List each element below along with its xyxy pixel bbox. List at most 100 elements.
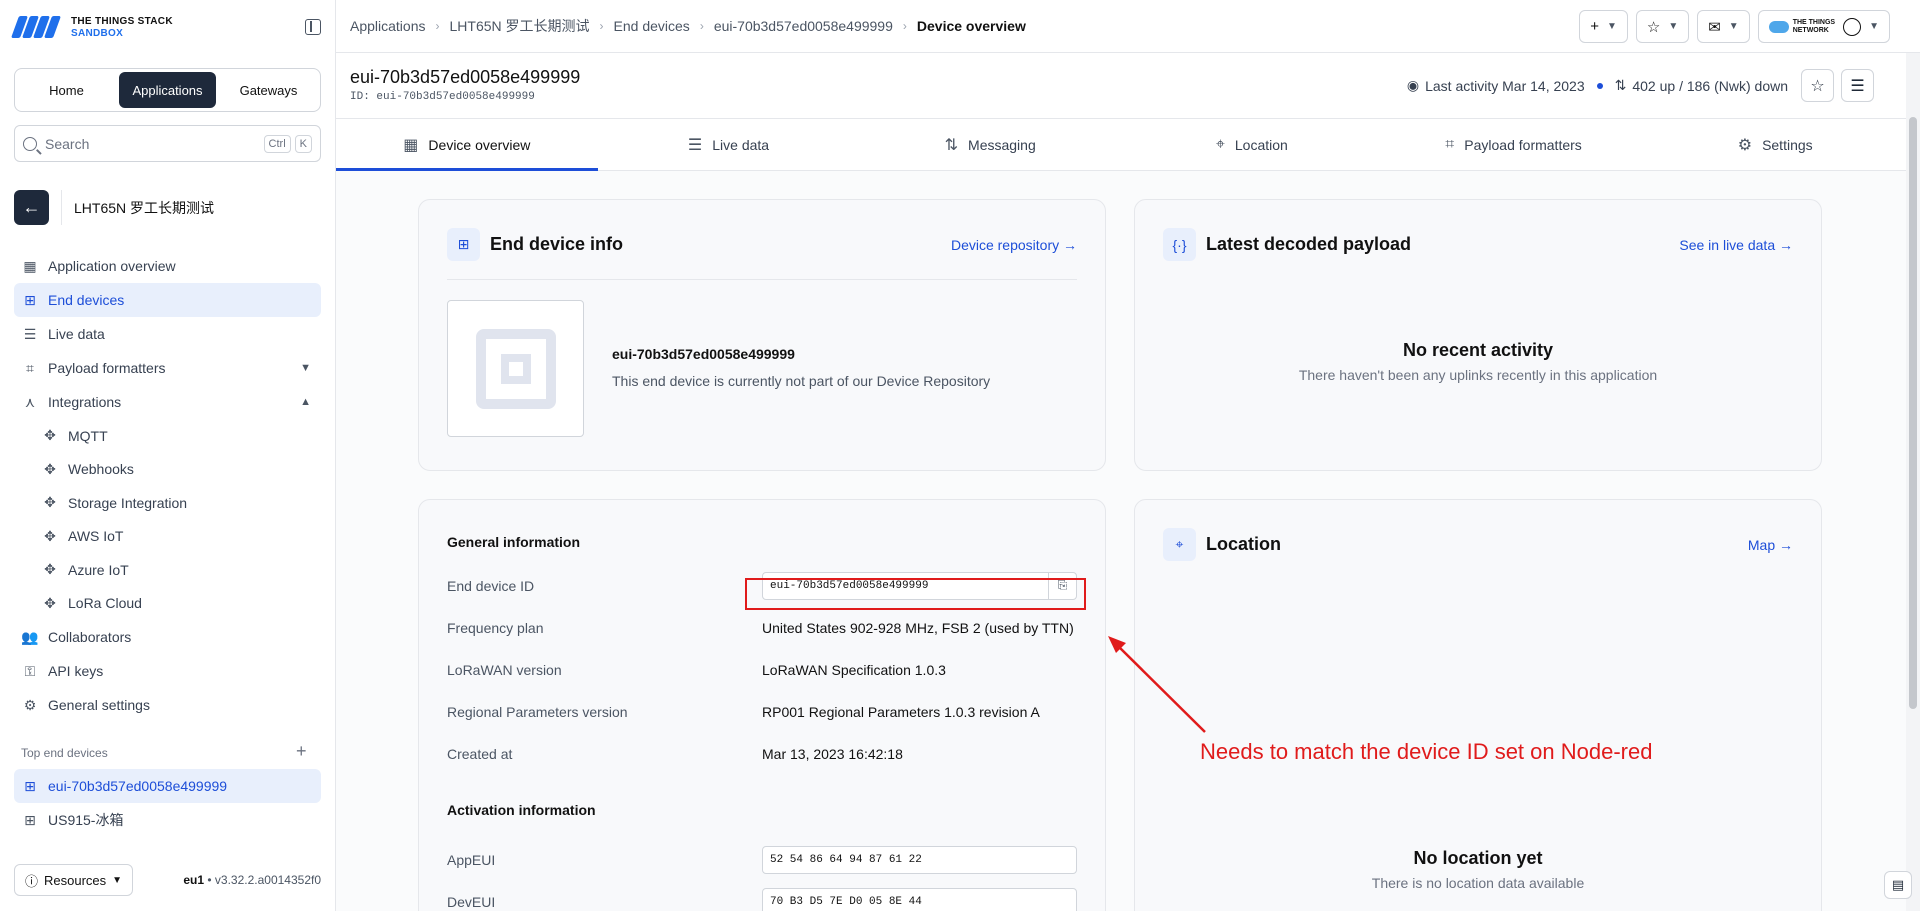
- device-title: eui-70b3d57ed0058e499999: [350, 67, 581, 87]
- tab-payload-formatters[interactable]: ⌗ Payload formatters: [1383, 119, 1645, 170]
- ttn-logo-icon: [10, 16, 63, 40]
- sidebar-item-label: LoRa Cloud: [68, 595, 142, 612]
- deveui-field[interactable]: 70 B3 D5 7E D0 05 8E 44: [762, 888, 1077, 911]
- version-string: • v3.32.2.a0014352f0: [204, 873, 321, 887]
- switcher-gateways[interactable]: Gateways: [220, 72, 317, 108]
- feedback-button[interactable]: ▤: [1884, 871, 1912, 899]
- sidebar-item-lora-cloud[interactable]: ✥ LoRa Cloud: [14, 587, 321, 621]
- puzzle-icon: ✥: [44, 427, 56, 444]
- sidebar-item-end-devices[interactable]: ⊞ End devices: [14, 283, 321, 317]
- breadcrumb-application[interactable]: LHT65N 罗工长期测试: [450, 16, 590, 36]
- breadcrumb: Applications › LHT65N 罗工长期测试 › End devices…: [350, 16, 1026, 36]
- sidebar-item-aws-iot[interactable]: ✥ AWS IoT: [14, 520, 321, 554]
- application-name: LHT65N 罗工长期测试: [74, 199, 215, 216]
- general-information-card: General information End device ID eui-70…: [418, 499, 1106, 911]
- sidebar-item-collaborators[interactable]: 👥 Collaborators: [14, 620, 321, 654]
- tab-label: Location: [1234, 136, 1288, 153]
- switcher-applications[interactable]: Applications: [119, 72, 216, 108]
- top-devices-list: ⊞ eui-70b3d57ed0058e499999 ⊞ US915-冰箱: [14, 769, 321, 837]
- menu-button[interactable]: ☰: [1841, 69, 1874, 102]
- sidebar-item-mqtt[interactable]: ✥ MQTT: [14, 419, 321, 453]
- info-value: United States 902-928 MHz, FSB 2 (used b…: [762, 620, 1074, 636]
- add-button[interactable]: + ▼: [1579, 10, 1628, 43]
- info-label: Regional Parameters version: [447, 704, 628, 720]
- back-button[interactable]: ←: [14, 190, 49, 225]
- appeui-field[interactable]: 52 54 86 64 94 87 61 22: [762, 846, 1077, 874]
- latest-payload-card: {·} Latest decoded payload See in live d…: [1134, 199, 1822, 471]
- breadcrumb-applications[interactable]: Applications: [350, 18, 426, 34]
- sidebar-item-api-keys[interactable]: ⚿ API keys: [14, 654, 321, 688]
- breadcrumb-end-devices[interactable]: End devices: [614, 18, 690, 34]
- tab-location[interactable]: ⌖ Location: [1121, 119, 1383, 170]
- chevron-right-icon: ›: [902, 19, 907, 33]
- sidebar-item-storage-integration[interactable]: ✥ Storage Integration: [14, 486, 321, 520]
- empty-title: No location yet: [1413, 848, 1543, 868]
- empty-text: There haven't been any uplinks recently …: [1298, 367, 1658, 383]
- chevron-right-icon: ›: [435, 19, 440, 33]
- list-icon: ☰: [23, 325, 37, 342]
- sidebar-item-payload-formatters[interactable]: ⌗ Payload formatters ▼: [14, 351, 321, 385]
- search-input[interactable]: Search Ctrl K: [14, 125, 321, 162]
- tab-settings[interactable]: ⚙ Settings: [1644, 119, 1906, 170]
- chevron-down-icon: ▼: [112, 874, 123, 886]
- device-repository-link[interactable]: Device repository →: [951, 237, 1077, 253]
- sidebar-item-label: Integrations: [48, 394, 122, 410]
- brand-logo[interactable]: THE THINGS STACK SANDBOX: [10, 16, 173, 40]
- sidebar-item-webhooks[interactable]: ✥ Webhooks: [14, 453, 321, 487]
- top-device-label: eui-70b3d57ed0058e499999: [48, 778, 228, 794]
- breadcrumb-device[interactable]: eui-70b3d57ed0058e499999: [714, 18, 893, 34]
- sidebar-item-live-data[interactable]: ☰ Live data: [14, 317, 321, 351]
- scrollbar-thumb[interactable]: [1909, 117, 1917, 709]
- shortcut-key-k: K: [294, 134, 312, 153]
- gear-icon: ⚙: [1737, 136, 1753, 154]
- chevron-right-icon: ›: [699, 19, 704, 33]
- sidebar: THE THINGS STACK SANDBOX Home Applicatio…: [0, 0, 336, 911]
- chevron-right-icon: ›: [599, 19, 604, 33]
- map-link[interactable]: Map →: [1748, 537, 1793, 553]
- tab-live-data[interactable]: ☰ Live data: [598, 119, 860, 170]
- collapse-sidebar-icon[interactable]: [305, 19, 321, 35]
- chip-icon: ⊞: [24, 777, 36, 794]
- scrollbar[interactable]: [1906, 53, 1920, 911]
- signal-icon: ◉: [1406, 77, 1420, 93]
- sidebar-item-label: Payload formatters: [48, 360, 166, 376]
- sidebar-item-label: Azure IoT: [68, 561, 129, 578]
- info-row-appeui: AppEUI 52 54 86 64 94 87 61 22: [447, 846, 1077, 874]
- sidebar-item-application-overview[interactable]: ▦ Application overview: [14, 249, 321, 283]
- star-icon: ☆: [1646, 18, 1661, 36]
- sidebar-item-azure-iot[interactable]: ✥ Azure IoT: [14, 553, 321, 587]
- sidebar-item-general-settings[interactable]: ⚙ General settings: [14, 688, 321, 722]
- grid-icon: ▦: [23, 257, 37, 274]
- tab-device-overview[interactable]: ▦ Device overview: [336, 119, 598, 171]
- empty-text: There is no location data available: [1371, 875, 1585, 891]
- cloud-icon: [1768, 20, 1789, 33]
- info-row-deveui: DevEUI 70 B3 D5 7E D0 05 8E 44: [447, 888, 1077, 911]
- version-info: eu1 • v3.32.2.a0014352f0: [183, 873, 321, 887]
- sidebar-item-label: API keys: [48, 663, 104, 679]
- sidebar-item-label: Storage Integration: [68, 494, 188, 511]
- star-device-button[interactable]: ☆: [1801, 69, 1834, 102]
- account-button[interactable]: THE THINGS NETWORK ▼: [1757, 10, 1890, 43]
- brand-name: THE THINGS STACK: [71, 16, 173, 27]
- resources-button[interactable]: ⓘ Resources ▼: [14, 864, 134, 896]
- top-device-item[interactable]: ⊞ eui-70b3d57ed0058e499999: [14, 769, 321, 803]
- key-icon: ⚿: [24, 662, 36, 679]
- pin-icon: ⌖: [1163, 528, 1196, 561]
- add-top-device-icon[interactable]: +: [296, 741, 307, 762]
- bookmarks-button[interactable]: ☆ ▼: [1635, 10, 1690, 43]
- info-label: DevEUI: [447, 894, 496, 910]
- gear-icon: ⚙: [23, 696, 37, 713]
- end-device-info-card: ⊞ End device info Device repository → eu…: [418, 199, 1106, 471]
- search-placeholder: Search: [45, 135, 90, 152]
- top-device-item[interactable]: ⊞ US915-冰箱: [14, 803, 321, 837]
- tab-label: Payload formatters: [1464, 136, 1582, 153]
- card-title: Location: [1206, 534, 1281, 554]
- sidebar-item-integrations[interactable]: ⋏ Integrations ▲: [14, 385, 321, 419]
- see-live-data-link[interactable]: See in live data →: [1679, 237, 1793, 253]
- cluster-name: eu1: [183, 873, 205, 887]
- tab-messaging[interactable]: ⇅ Messaging: [859, 119, 1121, 170]
- plus-icon: +: [1590, 18, 1599, 35]
- notifications-button[interactable]: ✉ ▼: [1697, 10, 1750, 43]
- switcher-home[interactable]: Home: [18, 72, 115, 108]
- sidebar-nav: ▦ Application overview ⊞ End devices ☰ Live…: [14, 249, 321, 722]
